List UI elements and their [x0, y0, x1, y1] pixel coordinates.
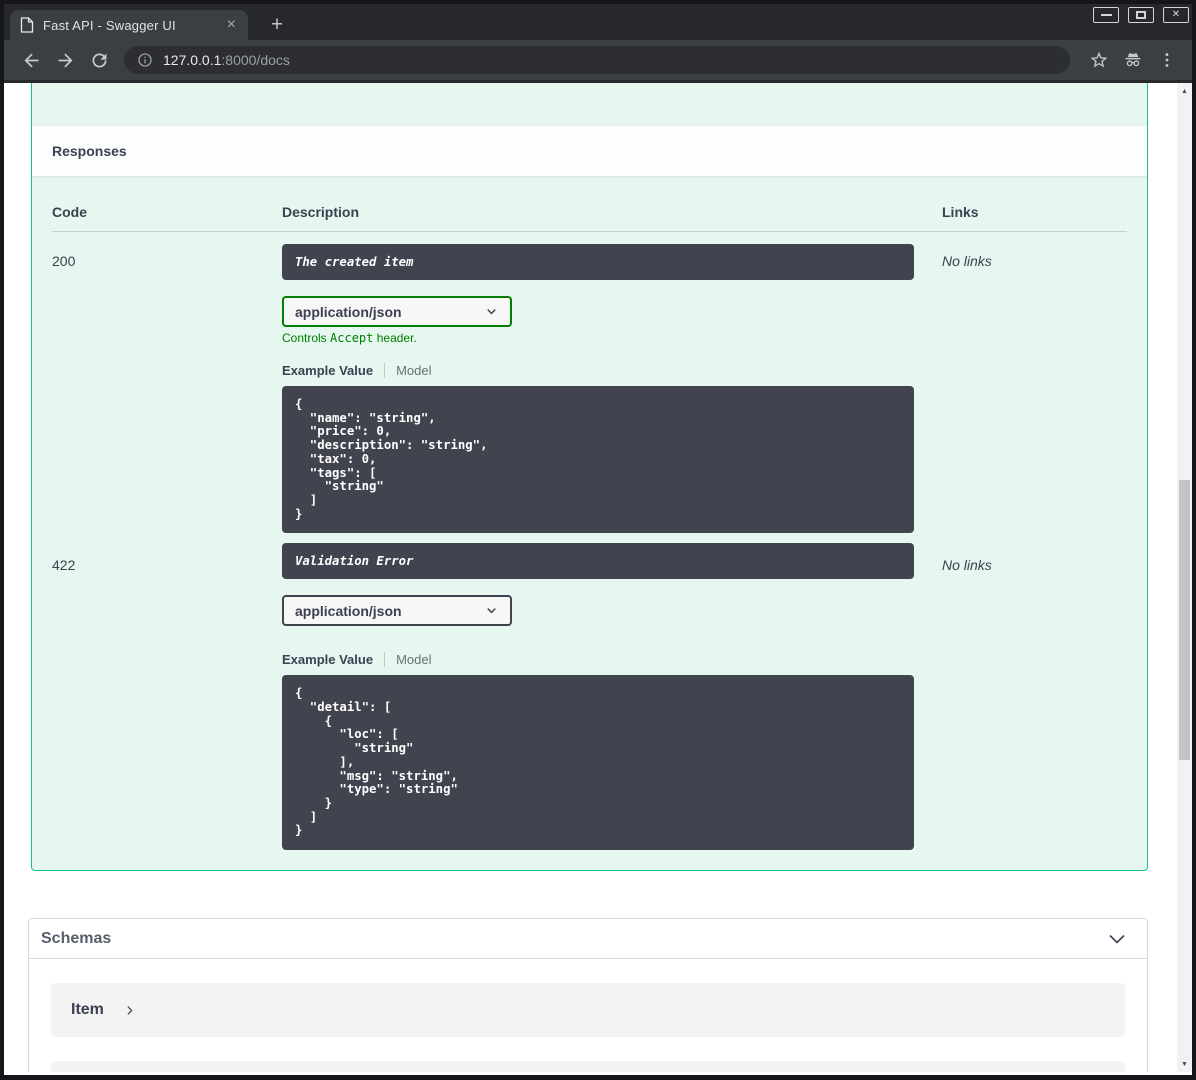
- accept-header-note: Controls Accept header.: [282, 331, 417, 345]
- browser-tab[interactable]: Fast API - Swagger UI ×: [10, 10, 248, 40]
- schemas-header[interactable]: Schemas: [29, 919, 1147, 960]
- response-links-cell: No links: [942, 253, 992, 269]
- kebab-menu-icon: [1165, 53, 1169, 67]
- media-type-select[interactable]: application/json: [282, 296, 512, 327]
- browser-menu-button[interactable]: [1152, 45, 1182, 75]
- tab-model[interactable]: Model: [396, 363, 431, 378]
- example-json-block: { "detail": [ { "loc": [ "string" ], "ms…: [282, 675, 914, 851]
- response-links-cell: No links: [942, 557, 992, 574]
- column-header-links: Links: [942, 176, 1127, 232]
- media-type-value: application/json: [295, 303, 402, 320]
- url-host: 127.0.0.1: [163, 52, 222, 68]
- window-minimize-button[interactable]: [1093, 7, 1119, 23]
- page-content: Responses Code Description Links 200 The…: [4, 83, 1192, 1072]
- url-path: :8000/docs: [221, 52, 290, 68]
- new-tab-button[interactable]: +: [262, 10, 292, 40]
- responses-table: Code Description Links 200 The created i…: [32, 176, 1147, 870]
- minimize-icon: [1100, 14, 1112, 16]
- back-button[interactable]: [14, 45, 48, 75]
- response-description-cell: The created item application/json Contro…: [282, 232, 942, 534]
- response-code-422: 422: [52, 557, 76, 574]
- reload-icon: [92, 52, 106, 67]
- address-bar[interactable]: 127.0.0.1:8000/docs: [124, 46, 1070, 74]
- schemas-list: Item ValidationError: [29, 959, 1147, 1072]
- example-model-tabs: Example Value Model: [282, 363, 942, 378]
- model-validationerror[interactable]: ValidationError: [51, 1061, 1125, 1072]
- incognito-icon: [1125, 53, 1141, 67]
- media-type-value: application/json: [295, 602, 402, 619]
- operation-block: Responses Code Description Links 200 The…: [31, 83, 1148, 872]
- tab-title: Fast API - Swagger UI: [43, 17, 176, 33]
- tab-example-value[interactable]: Example Value: [282, 363, 373, 378]
- example-model-tabs: Example Value Model: [282, 652, 942, 668]
- column-header-description: Description: [282, 176, 942, 232]
- model-item[interactable]: Item: [51, 983, 1125, 1038]
- incognito-indicator[interactable]: [1118, 45, 1148, 75]
- chevron-down-icon: [1109, 934, 1125, 944]
- tab-close-button[interactable]: ×: [225, 17, 238, 33]
- star-icon: [1090, 51, 1108, 68]
- schemas-section: Schemas Item ValidationError: [28, 918, 1148, 1072]
- browser-toolbar: 127.0.0.1:8000/docs: [4, 40, 1192, 83]
- responses-section-header: Responses: [32, 125, 1147, 176]
- site-info-icon: [138, 53, 152, 67]
- tab-separator: [384, 363, 386, 378]
- forward-button[interactable]: [48, 45, 82, 75]
- scroll-down-icon[interactable]: ▼: [1177, 1057, 1192, 1071]
- page-favicon-icon: [20, 17, 34, 33]
- chevron-down-icon: [487, 608, 496, 614]
- response-code-200: 200: [52, 253, 76, 269]
- schemas-title: Schemas: [41, 929, 112, 947]
- chevron-right-icon: [127, 1005, 133, 1015]
- scroll-up-icon[interactable]: ▲: [1177, 84, 1192, 98]
- back-arrow-icon: [24, 53, 38, 67]
- forward-arrow-icon: [58, 53, 72, 67]
- reload-button[interactable]: [82, 45, 116, 75]
- response-description-cell: Validation Error application/json Exampl…: [282, 533, 942, 851]
- tab-example-value[interactable]: Example Value: [282, 652, 373, 667]
- browser-window: Fast API - Swagger UI × + ✕ 127.0.0.1:80…: [0, 0, 1196, 1080]
- window-maximize-button[interactable]: [1128, 7, 1154, 23]
- media-type-select[interactable]: application/json: [282, 595, 512, 627]
- response-description-box: The created item: [282, 244, 914, 280]
- tab-separator: [384, 652, 386, 668]
- window-controls: ✕: [1093, 7, 1189, 23]
- maximize-icon: [1136, 11, 1146, 19]
- bookmark-star-button[interactable]: [1084, 45, 1114, 75]
- responses-title: Responses: [52, 143, 127, 159]
- column-header-code: Code: [52, 176, 282, 232]
- window-close-button[interactable]: ✕: [1163, 7, 1189, 23]
- page-scrollbar[interactable]: ▲ ▼: [1177, 83, 1192, 1072]
- chevron-down-icon: [487, 309, 496, 315]
- tab-model[interactable]: Model: [396, 652, 431, 667]
- response-description-box: Validation Error: [282, 543, 914, 580]
- model-name: Item: [71, 1001, 104, 1019]
- browser-tab-strip: Fast API - Swagger UI × + ✕: [4, 4, 1192, 40]
- response-description-text: The created item: [295, 255, 414, 269]
- response-description-text: Validation Error: [295, 554, 414, 569]
- example-json-block: { "name": "string", "price": 0, "descrip…: [282, 386, 914, 534]
- scrollbar-thumb[interactable]: [1179, 480, 1190, 760]
